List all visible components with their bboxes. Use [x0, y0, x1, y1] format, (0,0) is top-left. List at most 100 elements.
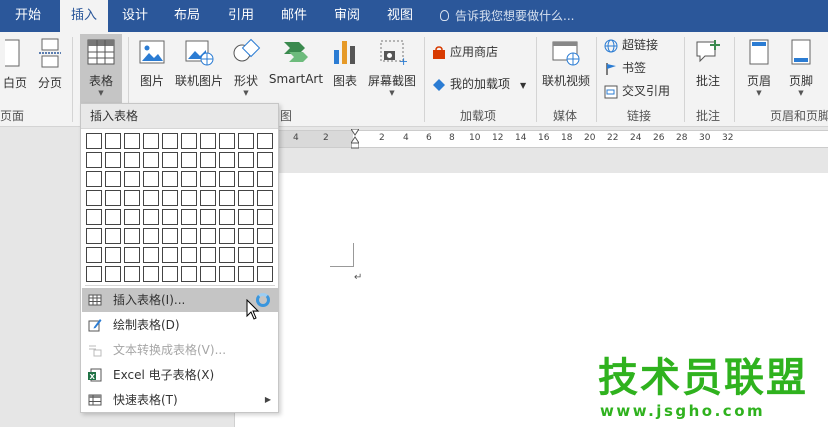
shapes-button[interactable]: 形状 ▼	[228, 38, 264, 97]
table-grid-cell[interactable]	[257, 152, 273, 168]
table-button[interactable]: 表格 ▼	[80, 34, 122, 104]
online-video-button[interactable]: 联机视频	[540, 38, 592, 89]
table-grid-cell[interactable]	[86, 247, 102, 263]
table-grid-cell[interactable]	[86, 228, 102, 244]
table-grid-cell[interactable]	[219, 190, 235, 206]
page-break-button[interactable]: 分页	[34, 38, 66, 91]
table-grid-cell[interactable]	[181, 152, 197, 168]
table-grid-cell[interactable]	[257, 228, 273, 244]
table-grid-cell[interactable]	[124, 133, 140, 149]
tab-layout[interactable]: 布局	[166, 0, 208, 32]
table-grid-cell[interactable]	[143, 266, 159, 282]
table-grid-cell[interactable]	[143, 190, 159, 206]
table-grid-cell[interactable]	[124, 247, 140, 263]
table-grid-cell[interactable]	[105, 228, 121, 244]
store-button[interactable]: 应用商店	[432, 42, 498, 62]
table-grid-cell[interactable]	[181, 190, 197, 206]
table-grid-cell[interactable]	[162, 228, 178, 244]
table-grid-cell[interactable]	[105, 171, 121, 187]
table-grid-cell[interactable]	[219, 133, 235, 149]
table-grid-cell[interactable]	[257, 209, 273, 225]
tab-mailings[interactable]: 邮件	[273, 0, 315, 32]
table-grid-cell[interactable]	[181, 171, 197, 187]
table-grid-cell[interactable]	[200, 133, 216, 149]
table-grid-cell[interactable]	[219, 209, 235, 225]
table-grid-cell[interactable]	[238, 171, 254, 187]
table-grid-cell[interactable]	[181, 266, 197, 282]
tab-home[interactable]: 开始	[6, 0, 50, 32]
picture-button[interactable]: 图片	[134, 38, 170, 89]
table-grid-cell[interactable]	[200, 247, 216, 263]
table-grid-cell[interactable]	[257, 171, 273, 187]
table-grid-cell[interactable]	[238, 133, 254, 149]
table-grid-cell[interactable]	[105, 133, 121, 149]
table-grid-cell[interactable]	[143, 247, 159, 263]
table-grid-cell[interactable]	[238, 266, 254, 282]
table-grid-cell[interactable]	[219, 171, 235, 187]
table-grid-cell[interactable]	[257, 266, 273, 282]
tab-view[interactable]: 视图	[379, 0, 421, 32]
tab-references[interactable]: 引用	[220, 0, 262, 32]
table-grid-cell[interactable]	[238, 228, 254, 244]
table-grid-cell[interactable]	[219, 266, 235, 282]
table-grid-cell[interactable]	[105, 209, 121, 225]
menu-quick-tables[interactable]: 快速表格(T) ▶	[82, 388, 279, 412]
table-grid-cell[interactable]	[181, 247, 197, 263]
table-grid-cell[interactable]	[86, 209, 102, 225]
table-grid-cell[interactable]	[143, 171, 159, 187]
table-grid-cell[interactable]	[143, 209, 159, 225]
table-grid-cell[interactable]	[162, 247, 178, 263]
table-grid-cell[interactable]	[143, 152, 159, 168]
table-grid-cell[interactable]	[162, 190, 178, 206]
header-button[interactable]: 页眉 ▼	[742, 38, 776, 97]
table-grid-cell[interactable]	[257, 133, 273, 149]
table-grid-cell[interactable]	[219, 247, 235, 263]
table-grid-cell[interactable]	[200, 152, 216, 168]
table-grid-cell[interactable]	[257, 190, 273, 206]
table-grid-cell[interactable]	[219, 228, 235, 244]
table-grid-cell[interactable]	[162, 209, 178, 225]
table-grid-cell[interactable]	[105, 152, 121, 168]
table-grid-cell[interactable]	[238, 247, 254, 263]
table-grid-cell[interactable]	[124, 209, 140, 225]
table-grid-cell[interactable]	[124, 266, 140, 282]
tab-insert[interactable]: 插入	[60, 0, 108, 33]
table-grid-cell[interactable]	[124, 190, 140, 206]
online-picture-button[interactable]: 联机图片	[172, 38, 226, 89]
table-grid-cell[interactable]	[219, 152, 235, 168]
table-grid-cell[interactable]	[238, 152, 254, 168]
table-grid-cell[interactable]	[200, 266, 216, 282]
table-grid-cell[interactable]	[181, 133, 197, 149]
bookmark-button[interactable]: 书签	[604, 58, 646, 78]
indent-marker-icon[interactable]	[351, 129, 359, 149]
table-grid-cell[interactable]	[257, 247, 273, 263]
table-grid-cell[interactable]	[143, 133, 159, 149]
table-grid-cell[interactable]	[124, 171, 140, 187]
table-grid-cell[interactable]	[162, 152, 178, 168]
tell-me-box[interactable]: 告诉我您想要做什么...	[440, 0, 574, 32]
screenshot-button[interactable]: + 屏幕截图 ▼	[364, 38, 420, 97]
footer-button[interactable]: 页脚 ▼	[784, 38, 818, 97]
table-grid-cell[interactable]	[124, 228, 140, 244]
cross-reference-button[interactable]: 交叉引用	[604, 81, 670, 101]
table-grid-cell[interactable]	[86, 266, 102, 282]
table-grid-cell[interactable]	[162, 266, 178, 282]
table-grid-cell[interactable]	[181, 209, 197, 225]
chart-button[interactable]: 图表	[328, 38, 362, 89]
table-grid-cell[interactable]	[105, 266, 121, 282]
table-grid-cell[interactable]	[200, 209, 216, 225]
table-grid-cell[interactable]	[181, 228, 197, 244]
table-grid-cell[interactable]	[200, 171, 216, 187]
table-grid-cell[interactable]	[162, 171, 178, 187]
horizontal-ruler[interactable]: 4 2 2 4 6 8 10 12 14 16 18 20 22 24 26 2…	[279, 129, 828, 149]
table-grid-cell[interactable]	[238, 209, 254, 225]
table-grid-cell[interactable]	[143, 228, 159, 244]
hyperlink-button[interactable]: 超链接	[604, 35, 658, 55]
table-grid-cell[interactable]	[86, 152, 102, 168]
blank-page-button[interactable]: 白页	[0, 38, 30, 91]
smartart-button[interactable]: SmartArt	[266, 38, 326, 86]
table-grid-cell[interactable]	[86, 190, 102, 206]
table-grid-cell[interactable]	[86, 171, 102, 187]
my-addins-button[interactable]: 我的加载项 ▼	[432, 74, 526, 94]
table-grid-cell[interactable]	[162, 133, 178, 149]
